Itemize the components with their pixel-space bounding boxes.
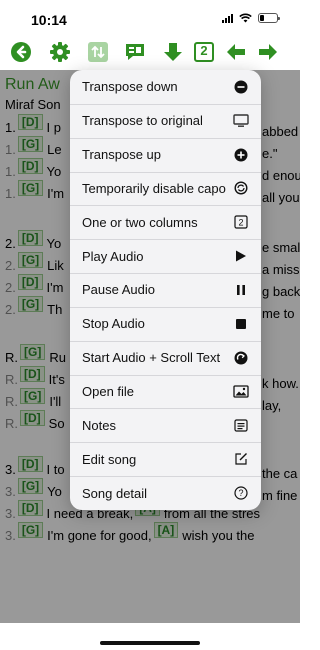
- svg-text:2: 2: [238, 218, 243, 228]
- menu-item-notes[interactable]: Notes: [70, 408, 261, 442]
- home-indicator[interactable]: [100, 641, 200, 645]
- chat-chords-icon[interactable]: [123, 40, 147, 64]
- menu-item-transpose-up[interactable]: Transpose up: [70, 138, 261, 172]
- menu-item-stop-audio[interactable]: Stop Audio: [70, 307, 261, 341]
- status-bar: 10:14: [0, 0, 300, 36]
- notes-icon: [233, 417, 249, 433]
- menu-separator: [70, 306, 261, 308]
- menu-item-pause-audio[interactable]: Pause Audio: [70, 273, 261, 307]
- menu-separator: [70, 273, 261, 275]
- menu-item-song-detail[interactable]: Song detail?: [70, 476, 261, 510]
- bottom-area: [0, 623, 300, 650]
- menu-separator: [70, 137, 261, 139]
- status-icons: [222, 13, 280, 23]
- menu-separator: [70, 171, 261, 173]
- play-icon: [233, 248, 249, 264]
- options-menu: Transpose down Transpose to original Trans…: [70, 70, 261, 510]
- minus-circle-icon: [233, 79, 249, 95]
- menu-separator: [70, 374, 261, 376]
- menu-separator: [70, 205, 261, 207]
- menu-item-label: Temporarily disable capo: [82, 180, 226, 196]
- menu-item-transpose-to-original[interactable]: Transpose to original: [70, 104, 261, 138]
- signal-icon: [222, 13, 233, 23]
- menu-item-one-or-two-columns[interactable]: One or two columns 2: [70, 205, 261, 239]
- menu-item-start-audio-scroll-text[interactable]: Start Audio + Scroll Text: [70, 341, 261, 375]
- menu-item-play-audio[interactable]: Play Audio: [70, 239, 261, 273]
- menu-item-label: Open file: [82, 384, 135, 400]
- menu-separator: [70, 239, 261, 241]
- menu-item-label: Start Audio + Scroll Text: [82, 350, 221, 366]
- menu-item-label: Transpose to original: [82, 113, 203, 129]
- menu-separator: [70, 103, 261, 105]
- menu-separator: [70, 442, 261, 444]
- back-arrow-circle-icon[interactable]: [9, 40, 33, 64]
- download-icon[interactable]: [161, 40, 185, 64]
- arrow-right-icon[interactable]: [256, 40, 280, 64]
- menu-item-label: Edit song: [82, 451, 137, 467]
- plus-circle-icon: [233, 147, 249, 163]
- question-circle-icon: ?: [233, 485, 249, 501]
- menu-separator: [70, 408, 261, 410]
- gear-icon[interactable]: [48, 40, 72, 64]
- menu-item-edit-song[interactable]: Edit song: [70, 442, 261, 476]
- transpose-icon[interactable]: [86, 40, 110, 64]
- menu-item-transpose-down[interactable]: Transpose down: [70, 70, 261, 104]
- wifi-icon: [239, 13, 252, 23]
- columns-icon[interactable]: 2: [192, 40, 216, 64]
- battery-icon: [258, 13, 280, 23]
- svg-text:?: ?: [238, 488, 243, 498]
- menu-separator: [70, 476, 261, 478]
- image-icon: [233, 384, 249, 400]
- menu-separator: [70, 340, 261, 342]
- menu-item-label: Transpose down: [82, 79, 178, 95]
- menu-item-label: Transpose up: [82, 147, 162, 163]
- menu-item-label: Stop Audio: [82, 316, 145, 332]
- columns-value: 2: [200, 43, 208, 58]
- monitor-icon: [233, 113, 249, 129]
- menu-item-label: Play Audio: [82, 248, 144, 264]
- stop-icon: [233, 316, 249, 332]
- pause-icon: [233, 282, 249, 298]
- menu-item-temporarily-disable-capo[interactable]: Temporarily disable capo: [70, 172, 261, 206]
- menu-item-label: Song detail: [82, 485, 148, 501]
- menu-item-open-file[interactable]: Open file: [70, 375, 261, 409]
- capo-cycle-icon: [233, 180, 249, 196]
- menu-item-label: Pause Audio: [82, 282, 156, 298]
- status-time: 10:14: [31, 12, 67, 28]
- menu-item-label: Notes: [82, 417, 116, 433]
- menu-item-label: One or two columns: [82, 214, 198, 230]
- scroll-arrow-circle-icon: [233, 350, 249, 366]
- arrow-left-icon[interactable]: [224, 40, 248, 64]
- edit-icon: [233, 451, 249, 467]
- toolbar: 2: [0, 36, 300, 70]
- two-columns-icon: 2: [233, 214, 249, 230]
